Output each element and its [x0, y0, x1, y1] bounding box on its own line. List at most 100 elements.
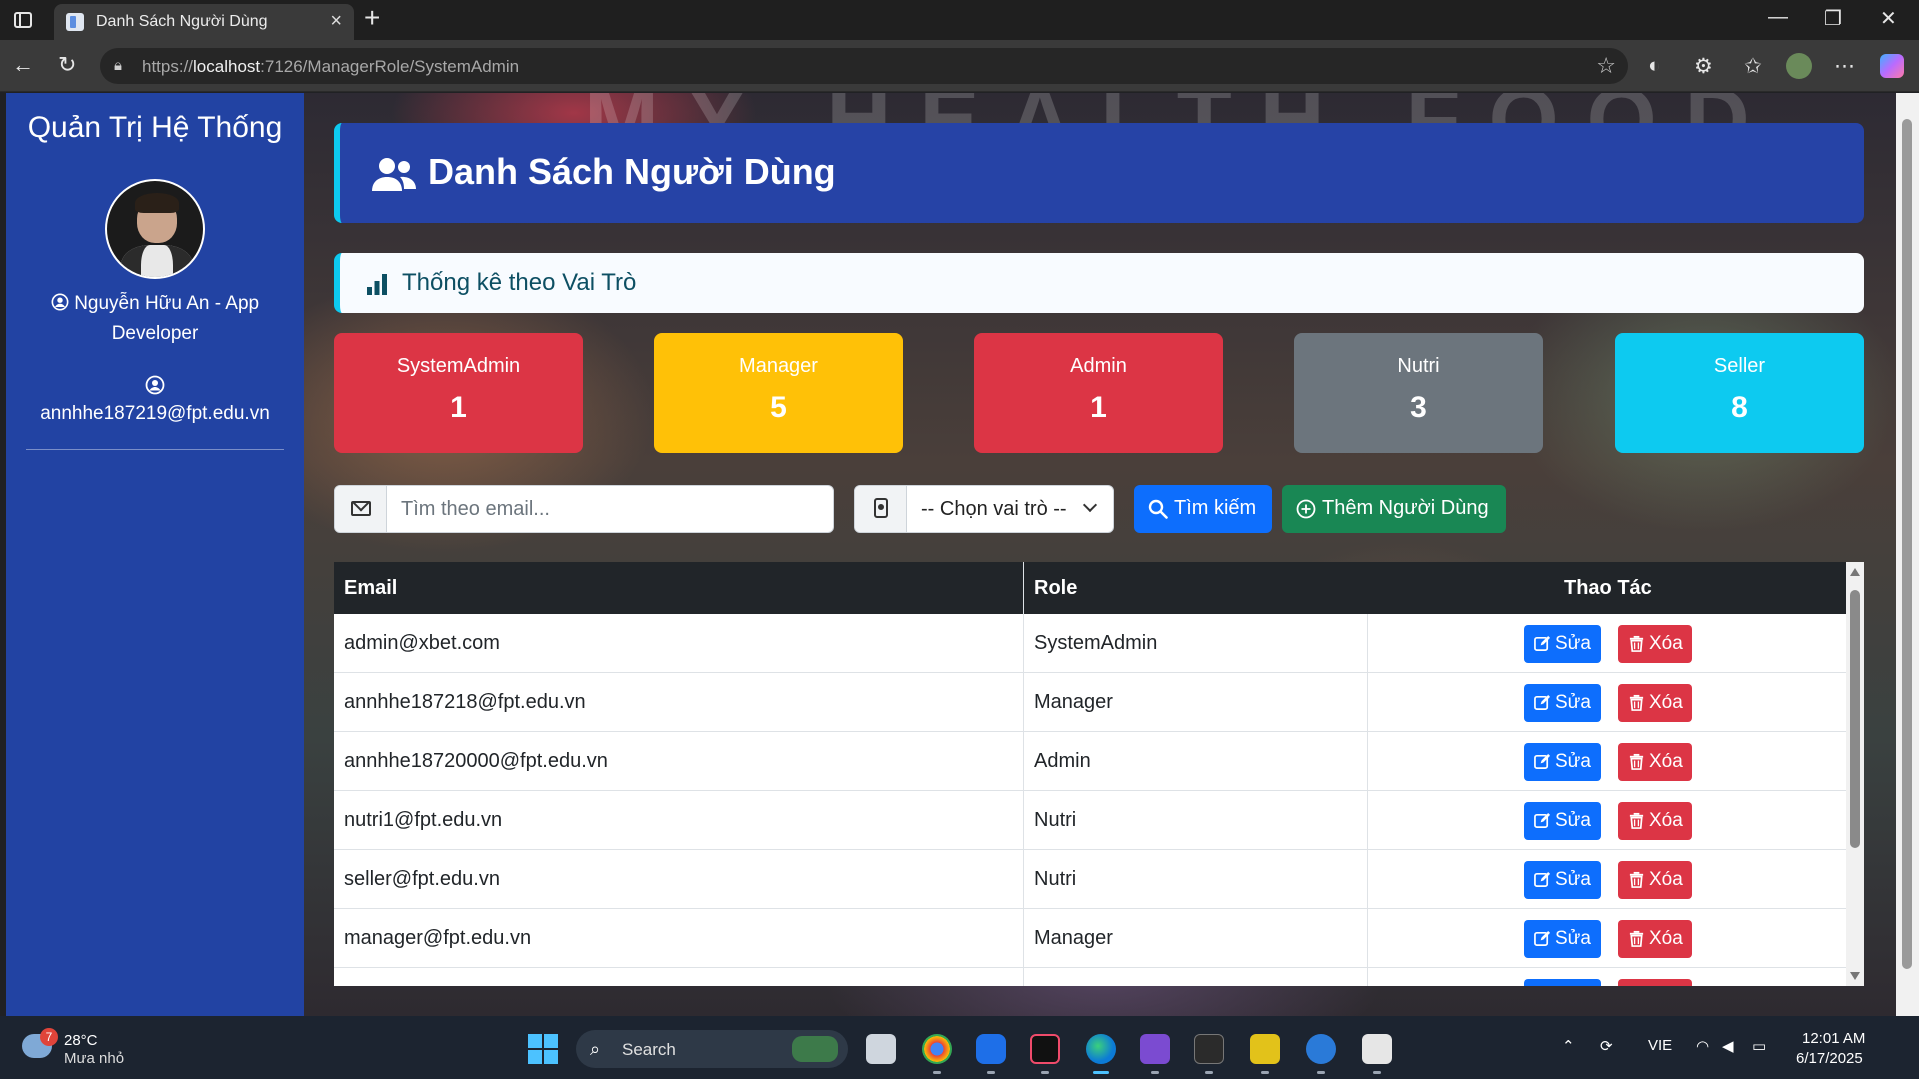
clock-date[interactable]: 6/17/2025	[1796, 1050, 1863, 1067]
delete-button[interactable]: Xóa	[1618, 684, 1692, 722]
browser-tab-active[interactable]: Danh Sách Người Dùng ×	[54, 4, 354, 40]
pencil-square-icon	[1534, 753, 1551, 769]
edit-button[interactable]: Sửa	[1524, 684, 1601, 722]
pencil-square-icon	[1534, 635, 1551, 651]
profile-avatar-icon[interactable]	[1786, 53, 1812, 79]
role-select[interactable]: -- Chọn vai trò --	[921, 498, 1067, 521]
favorite-star-icon[interactable]: ☆	[1596, 53, 1616, 79]
bar-chart-icon	[367, 274, 387, 295]
input-language[interactable]: VIE	[1648, 1037, 1672, 1054]
pencil-square-icon	[1534, 930, 1551, 946]
table-scrollbar[interactable]	[1846, 562, 1864, 986]
cell-email: seller@fpt.edu.vn	[344, 868, 500, 890]
paint-icon[interactable]	[1250, 1034, 1280, 1064]
edit-label: Sửa	[1555, 810, 1591, 831]
clock-time[interactable]: 12:01 AM	[1802, 1030, 1865, 1047]
table-row: annhhe187218@fpt.edu.vn Manager Sửa Xóa	[334, 673, 1846, 732]
email-search-input[interactable]	[391, 486, 831, 532]
delete-button[interactable]	[1618, 979, 1692, 986]
taskbar-search[interactable]: ⌕ Search	[576, 1030, 848, 1068]
weather-description[interactable]: Mưa nhỏ	[64, 1050, 124, 1067]
lock-icon[interactable]: 🔒︎	[114, 57, 122, 74]
sync-icon[interactable]: ⟳	[1600, 1037, 1613, 1055]
sidebar: Quản Trị Hệ Thống Nguyễn Hữu An - App De…	[6, 93, 304, 1016]
delete-label: Xóa	[1649, 869, 1683, 890]
show-hidden-icons-icon[interactable]: ⌃	[1562, 1037, 1575, 1055]
table-scroll-thumb[interactable]	[1850, 590, 1860, 848]
edit-button[interactable]	[1524, 979, 1601, 986]
address-bar[interactable]: 🔒︎ https://localhost:7126/ManagerRole/Sy…	[100, 48, 1628, 84]
tab-title: Danh Sách Người Dùng	[96, 13, 268, 30]
edit-button[interactable]: Sửa	[1524, 920, 1601, 958]
volume-icon[interactable]: ◀︎	[1722, 1037, 1734, 1055]
zalo-icon[interactable]	[976, 1034, 1006, 1064]
remote-desktop-icon[interactable]	[1306, 1034, 1336, 1064]
extension-color-icon[interactable]: ◐	[1648, 54, 1661, 78]
add-user-button[interactable]: Thêm Người Dùng	[1282, 485, 1506, 533]
pencil-square-icon	[1534, 694, 1551, 710]
search-button[interactable]: Tìm kiếm	[1134, 485, 1272, 533]
weather-temperature[interactable]: 28°C	[64, 1032, 98, 1049]
column-header-role: Role	[1034, 577, 1078, 599]
table-row: nutri1@fpt.edu.vn Nutri Sửa Xóa	[334, 791, 1846, 850]
jetbrains-icon[interactable]	[1030, 1034, 1060, 1064]
start-button[interactable]	[528, 1034, 558, 1064]
delete-button[interactable]: Xóa	[1618, 625, 1692, 663]
edit-label: Sửa	[1555, 692, 1591, 713]
edge-icon[interactable]	[1086, 1034, 1116, 1064]
extensions-puzzle-icon[interactable]: ⚙︎	[1694, 54, 1713, 79]
page-scroll-thumb[interactable]	[1902, 119, 1912, 969]
back-icon[interactable]: ←	[12, 52, 34, 78]
close-tab-icon[interactable]: ×	[330, 10, 342, 33]
battery-icon[interactable]: ▭	[1752, 1037, 1766, 1055]
role-name: Manager	[739, 355, 818, 377]
delete-button[interactable]: Xóa	[1618, 802, 1692, 840]
edit-button[interactable]: Sửa	[1524, 861, 1601, 899]
delete-label: Xóa	[1649, 633, 1683, 654]
add-user-button-label: Thêm Người Dùng	[1322, 497, 1489, 519]
plus-circle-icon	[1296, 499, 1316, 519]
web-page: Quản Trị Hệ Thống Nguyễn Hữu An - App De…	[0, 93, 1919, 1016]
copilot-icon[interactable]	[1880, 54, 1904, 78]
minimize-icon[interactable]: —	[1768, 6, 1788, 29]
column-divider	[1023, 562, 1024, 986]
trash-icon	[1629, 812, 1644, 829]
role-name: Seller	[1713, 355, 1766, 377]
reload-icon[interactable]: ↻	[58, 52, 76, 78]
cell-email: nutri1@fpt.edu.vn	[344, 809, 503, 831]
search-highlight-icon	[792, 1036, 838, 1062]
chrome-icon[interactable]	[922, 1034, 952, 1064]
app-icon[interactable]	[1362, 1034, 1392, 1064]
role-stats-heading: Thống kê theo Vai Trò	[334, 253, 1864, 313]
visual-studio-icon[interactable]	[1140, 1034, 1170, 1064]
more-menu-icon[interactable]: ⋯	[1834, 54, 1855, 79]
page-title: Danh Sách Người Dùng	[428, 151, 836, 192]
role-filter-group[interactable]: -- Chọn vai trò --	[854, 485, 1114, 533]
edit-button[interactable]: Sửa	[1524, 625, 1601, 663]
scroll-down-arrow-icon[interactable]	[1850, 972, 1860, 980]
chevron-down-icon	[1082, 497, 1098, 513]
favorites-icon[interactable]: ✩	[1744, 54, 1762, 79]
trash-icon	[1629, 930, 1644, 947]
restore-icon[interactable]: ❐	[1824, 6, 1842, 31]
role-count: 1	[1090, 391, 1107, 424]
search-icon	[1148, 499, 1168, 519]
user-name-text: Nguyễn Hữu An - App Developer	[74, 293, 260, 344]
new-tab-icon[interactable]: +	[364, 2, 380, 34]
page-scrollbar[interactable]	[1896, 93, 1919, 1016]
cell-role: Admin	[1034, 750, 1091, 772]
cell-role: Nutri	[1034, 809, 1077, 831]
sidebar-title: Quản Trị Hệ Thống	[27, 111, 283, 144]
tab-actions-icon[interactable]	[14, 12, 32, 28]
user-circle-icon	[51, 293, 69, 311]
scroll-up-arrow-icon[interactable]	[1850, 568, 1860, 576]
file-explorer-icon[interactable]	[866, 1034, 896, 1064]
delete-button[interactable]: Xóa	[1618, 920, 1692, 958]
wifi-icon[interactable]: ◠	[1696, 1037, 1709, 1055]
delete-button[interactable]: Xóa	[1618, 743, 1692, 781]
terminal-icon[interactable]	[1194, 1034, 1224, 1064]
edit-button[interactable]: Sửa	[1524, 743, 1601, 781]
delete-button[interactable]: Xóa	[1618, 861, 1692, 899]
close-window-icon[interactable]: ✕	[1880, 6, 1897, 31]
edit-button[interactable]: Sửa	[1524, 802, 1601, 840]
